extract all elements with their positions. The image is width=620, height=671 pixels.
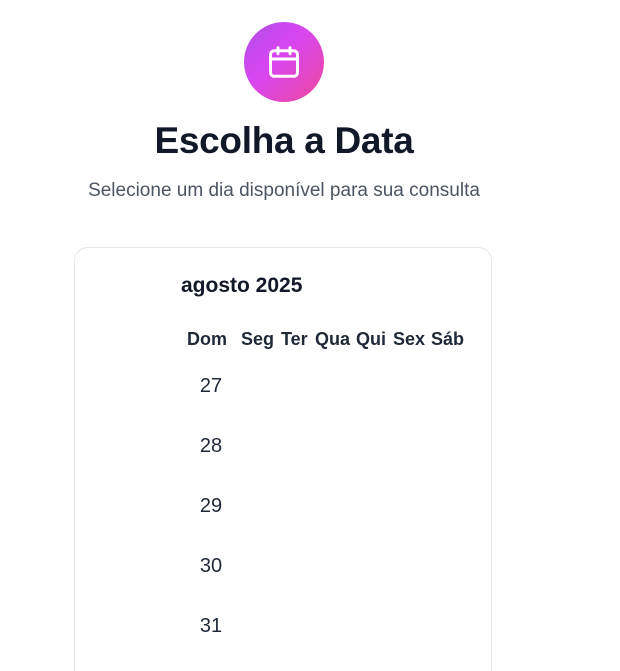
calendar-badge xyxy=(244,22,324,102)
calendar-day[interactable]: 29 xyxy=(187,494,235,554)
weekday-thu: Qui xyxy=(356,329,386,349)
calendar-icon xyxy=(269,46,299,78)
weekday-wed: Qua xyxy=(315,329,351,349)
calendar-days: 27 28 29 30 31 xyxy=(187,374,237,671)
calendar-day[interactable]: 31 xyxy=(187,614,235,671)
calendar-day[interactable]: 30 xyxy=(187,554,235,614)
weekday-sun: Dom xyxy=(187,329,227,349)
weekday-mon: Seg xyxy=(241,329,275,349)
weekday-fri: Sex xyxy=(393,329,426,349)
weekday-tue: Ter xyxy=(281,329,308,349)
calendar-card: agosto 2025 Dom Seg Ter Qua Qui Sex Sáb … xyxy=(74,247,492,671)
page-subtitle: Selecione um dia disponível para sua con… xyxy=(88,180,480,201)
page-title: Escolha a Data xyxy=(154,120,414,161)
weekday-sat: Sáb xyxy=(431,329,465,349)
weekday-header: Dom Seg Ter Qua Qui Sex Sáb xyxy=(187,329,471,350)
calendar-month-label: agosto 2025 xyxy=(181,274,303,297)
calendar-day[interactable]: 28 xyxy=(187,434,235,494)
page: Escolha a Data Selecione um dia disponív… xyxy=(0,0,620,671)
calendar-day[interactable]: 27 xyxy=(187,374,235,434)
